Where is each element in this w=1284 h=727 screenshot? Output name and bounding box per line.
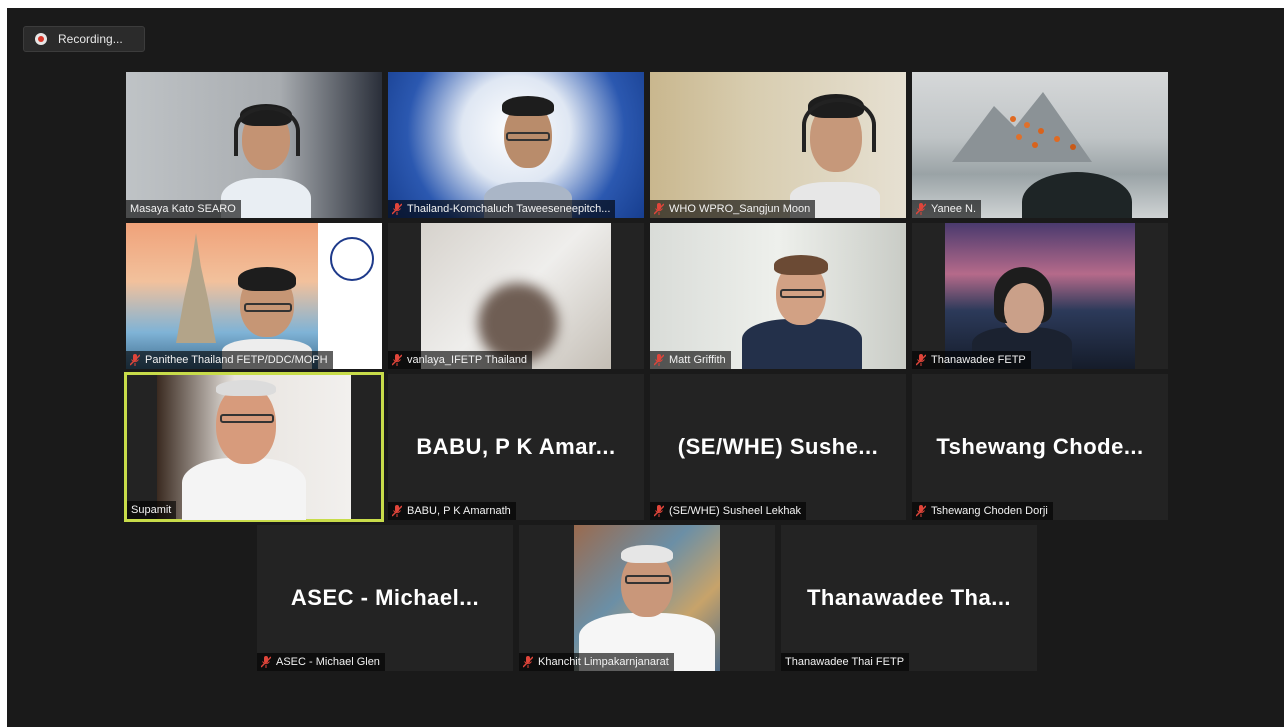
participant-name-label: (SE/WHE) Susheel Lekhak — [650, 502, 807, 520]
participant-display-name: BABU, P K Amar... — [416, 434, 616, 459]
mic-muted-icon — [130, 354, 140, 366]
participant-name-label: WHO WPRO_Sangjun Moon — [650, 200, 816, 218]
participant-name-label: Thanawadee Thai FETP — [781, 653, 910, 671]
video-tile[interactable]: BABU, P K Amar... BABU, P K Amarnath — [388, 374, 644, 520]
participant-name-label: Yanee N. — [912, 200, 982, 218]
video-tile[interactable]: Matt Griffith — [650, 223, 906, 369]
video-tile[interactable]: Khanchit Limpakarnjanarat — [519, 525, 775, 671]
video-tile[interactable]: Masaya Kato SEARO — [126, 72, 382, 218]
mic-muted-icon — [261, 656, 271, 668]
video-tile[interactable]: WHO WPRO_Sangjun Moon — [650, 72, 906, 218]
video-tile[interactable]: Thanawadee FETP — [912, 223, 1168, 369]
participant-name-label: Khanchit Limpakarnjanarat — [519, 653, 674, 671]
participant-name-label: BABU, P K Amarnath — [388, 502, 516, 520]
mic-muted-icon — [654, 203, 664, 215]
recording-indicator[interactable]: Recording... — [23, 26, 145, 52]
mic-muted-icon — [392, 505, 402, 517]
video-tile-active-speaker[interactable]: Supamit — [124, 372, 384, 522]
meeting-gallery: Recording... Masaya Kato SEARO Thailand-… — [7, 8, 1284, 727]
mic-muted-icon — [654, 354, 664, 366]
participant-name-label: Masaya Kato SEARO — [126, 200, 241, 218]
video-tile[interactable]: Thailand-Komchaluch Taweeseneepitch... — [388, 72, 644, 218]
video-tile[interactable]: vanlaya_IFETP Thailand — [388, 223, 644, 369]
mic-muted-icon — [654, 505, 664, 517]
recording-label: Recording... — [58, 32, 123, 46]
participant-name-label: Panithee Thailand FETP/DDC/MOPH — [126, 351, 333, 369]
mic-muted-icon — [916, 203, 926, 215]
video-tile[interactable]: ASEC - Michael... ASEC - Michael Glen — [257, 525, 513, 671]
mic-muted-icon — [916, 505, 926, 517]
mic-muted-icon — [523, 656, 533, 668]
participant-display-name: Tshewang Chode... — [936, 434, 1144, 459]
participant-display-name: Thanawadee Tha... — [806, 585, 1012, 610]
video-tile[interactable]: Thanawadee Tha... Thanawadee Thai FETP — [781, 525, 1037, 671]
participant-name-label: Tshewang Choden Dorji — [912, 502, 1053, 520]
video-tile[interactable]: (SE/WHE) Sushe... (SE/WHE) Susheel Lekha… — [650, 374, 906, 520]
participant-display-name: ASEC - Michael... — [290, 585, 480, 610]
video-tile[interactable]: Yanee N. — [912, 72, 1168, 218]
video-tile[interactable]: Panithee Thailand FETP/DDC/MOPH — [126, 223, 382, 369]
participant-name-label: Thailand-Komchaluch Taweeseneepitch... — [388, 200, 616, 218]
participant-name-label: Thanawadee FETP — [912, 351, 1031, 369]
participant-name-label: Supamit — [127, 501, 177, 519]
mic-muted-icon — [392, 354, 402, 366]
video-tile[interactable]: Tshewang Chode... Tshewang Choden Dorji — [912, 374, 1168, 520]
mic-muted-icon — [916, 354, 926, 366]
participant-display-name: (SE/WHE) Sushe... — [677, 434, 879, 459]
participant-name-label: ASEC - Michael Glen — [257, 653, 385, 671]
participant-name-label: vanlaya_IFETP Thailand — [388, 351, 533, 369]
mic-muted-icon — [392, 203, 402, 215]
participant-name-label: Matt Griffith — [650, 351, 731, 369]
record-icon — [35, 33, 47, 45]
